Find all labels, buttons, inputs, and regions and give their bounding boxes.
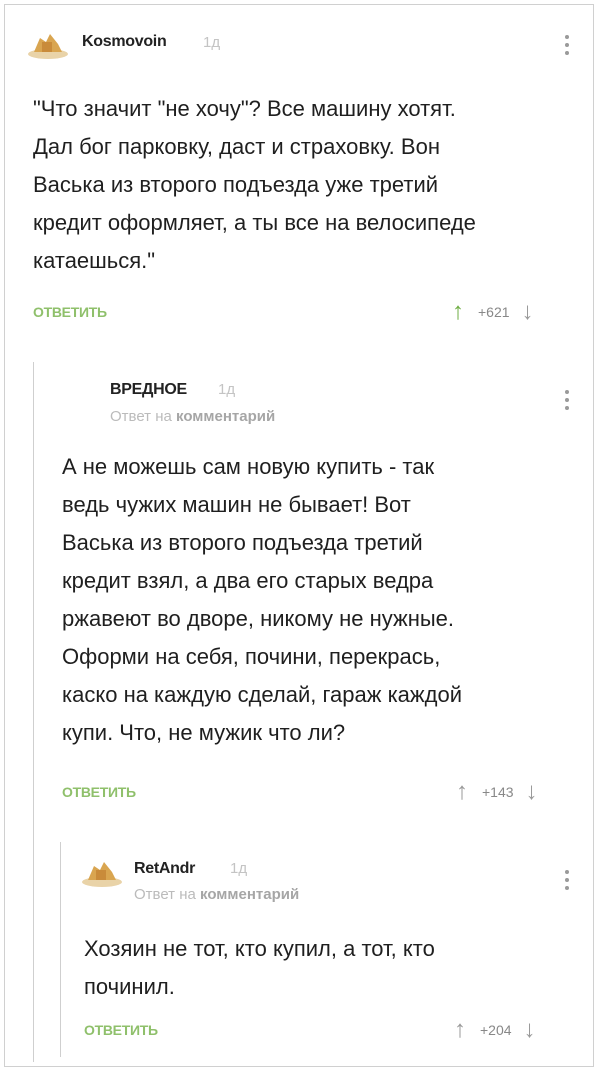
comment-time: 1д xyxy=(230,860,248,877)
rating: ↑ +204 ↓ xyxy=(454,1016,536,1044)
reply-to-prefix: Ответ на xyxy=(134,886,196,903)
reply-button[interactable]: ОТВЕТИТЬ xyxy=(84,1022,158,1038)
reply-to-link[interactable]: комментарий xyxy=(200,886,299,903)
more-vertical-icon[interactable] xyxy=(564,870,570,894)
comment-author[interactable]: RetAndr xyxy=(134,860,195,878)
comment-text: Хозяин не тот, кто купил, а тот, кто поч… xyxy=(84,930,584,1006)
rating-score: +204 xyxy=(480,1022,512,1038)
arrow-down-icon[interactable]: ↓ xyxy=(524,1016,536,1044)
text-line: починил. xyxy=(84,974,175,999)
arrow-up-icon[interactable]: ↑ xyxy=(454,1016,466,1044)
reply-to-info: Ответ на комментарий xyxy=(134,886,299,903)
avatar[interactable] xyxy=(80,856,124,888)
text-line: Хозяин не тот, кто купил, а тот, кто xyxy=(84,936,435,961)
comment-3: RetAndr 1д Ответ на комментарий Хозяин н… xyxy=(0,0,600,1060)
